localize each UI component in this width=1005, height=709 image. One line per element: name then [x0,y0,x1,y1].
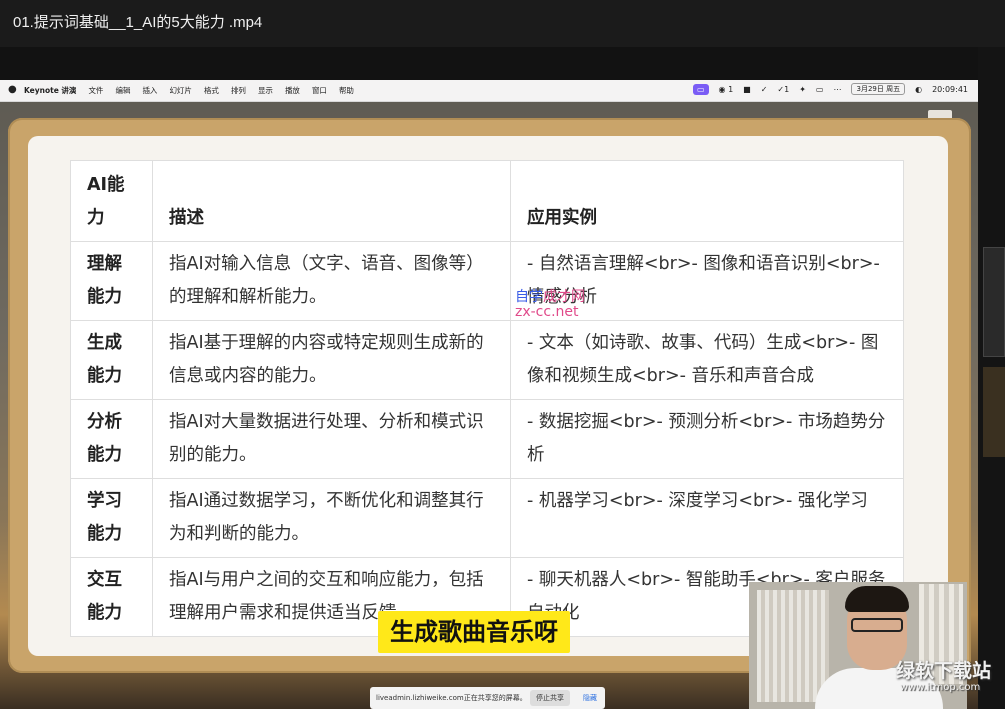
header-capability: AI能力 [70,160,153,242]
menu-item: 播放 [284,86,300,95]
video-subtitle: 生成歌曲音乐呀 [378,611,570,653]
check-count: 1 [784,84,790,94]
wechat-icon: ◉ 1 [718,84,734,94]
menu-item: Keynote 讲演 [24,86,77,95]
video-player-titlebar: 01.提示词基础__1_AI的5大能力 .mp4 [0,0,1005,47]
menu-item: 文件 [88,86,104,95]
download-site-url: www.itmop.com [900,682,981,693]
wechat-count: 1 [728,84,734,94]
menu-item: 帮助 [338,86,354,95]
mac-menubar: ● Keynote 讲演 文件 编辑 插入 幻灯片 格式 排列 显示 播放 窗口… [0,80,978,102]
download-site-logo: 绿软下载站 [896,660,992,682]
playlist-thumbnail[interactable] [983,367,1005,457]
more-icon: ⋯ [833,84,842,94]
watermark-text: 自学 [515,289,543,305]
control-center-icon: ◐ [915,84,923,94]
menu-item: 窗口 [311,86,327,95]
menu-item: 显示 [257,86,273,95]
capability-cell: 交互能力 [70,557,153,637]
site-watermark-overlay: 自学成才网 zx-cc.net [515,290,585,320]
menu-item: 编辑 [115,86,131,95]
watermark-text: 成才网 [543,289,585,305]
watermark-url: zx-cc.net [515,304,579,320]
playlist-sidebar [978,47,1005,709]
header-description: 描述 [152,160,511,242]
glasses-icon [851,618,903,632]
table-row: 生成能力 指AI基于理解的内容或特定规则生成新的信息或内容的能力。 - 文本（如… [70,320,904,400]
description-cell: 指AI对大量数据进行处理、分析和模式识别的能力。 [152,399,511,479]
menubar-tray: ▭ ◉ 1 ■ ✓ ✓1 ✦ ▭ ⋯ 3月29日 周五 ◐ 20:09:41 [692,83,968,95]
checkmark-icon: ✓ [760,84,768,94]
playlist-thumbnail[interactable] [983,247,1005,357]
battery-icon: ▭ [815,84,824,94]
slide-card: AI能力 描述 应用实例 理解能力 指AI对输入信息（文字、语音、图像等）的理解… [28,136,948,656]
menu-item: 插入 [142,86,158,95]
capability-cell: 生成能力 [70,320,153,400]
description-cell: 指AI基于理解的内容或特定规则生成新的信息或内容的能力。 [152,320,511,400]
menu-item: 排列 [230,86,246,95]
header-examples: 应用实例 [510,160,904,242]
screen-share-icon: ▭ [692,83,709,95]
check-circle-icon: ✓1 [777,84,790,94]
examples-cell: - 文本（如诗歌、故事、代码）生成<br>- 图像和视频生成<br>- 音乐和声… [510,320,904,400]
table-header-row: AI能力 描述 应用实例 [70,160,904,242]
menu-item: 幻灯片 [169,86,192,95]
menu-item: 格式 [203,86,219,95]
menubar-menus: Keynote 讲演 文件 编辑 插入 幻灯片 格式 排列 显示 播放 窗口 帮… [24,85,354,96]
description-cell: 指AI通过数据学习，不断优化和调整其行为和判断的能力。 [152,478,511,558]
video-title: 01.提示词基础__1_AI的5大能力 .mp4 [13,14,263,31]
stop-share-button[interactable]: 停止共享 [530,690,570,706]
examples-cell: - 数据挖掘<br>- 预测分析<br>- 市场趋势分析 [510,399,904,479]
date-readout: 3月29日 周五 [851,83,906,95]
clock-readout: 20:09:41 [932,84,968,94]
capability-cell: 学习能力 [70,478,153,558]
bag-icon: ■ [743,84,751,94]
description-cell: 指AI对输入信息（文字、语音、图像等）的理解和解析能力。 [152,241,511,321]
table-row: 学习能力 指AI通过数据学习，不断优化和调整其行为和判断的能力。 - 机器学习<… [70,478,904,558]
ai-capabilities-table: AI能力 描述 应用实例 理解能力 指AI对输入信息（文字、语音、图像等）的理解… [70,160,904,637]
table-row: 分析能力 指AI对大量数据进行处理、分析和模式识别的能力。 - 数据挖掘<br>… [70,399,904,479]
table-row: 理解能力 指AI对输入信息（文字、语音、图像等）的理解和解析能力。 - 自然语言… [70,241,904,321]
examples-cell: - 机器学习<br>- 深度学习<br>- 强化学习 [510,478,904,558]
capability-cell: 理解能力 [70,241,153,321]
screen-share-bar: liveadmin.lizhiweike.com正在共享您的屏幕。 停止共享 隐… [370,687,605,709]
capability-cell: 分析能力 [70,399,153,479]
background-door [757,590,829,702]
apple-icon: ● [8,84,17,95]
pin-icon: ✦ [799,84,806,94]
presenter-hair [845,586,909,612]
share-message: liveadmin.lizhiweike.com正在共享您的屏幕。 [376,694,527,702]
hide-share-button[interactable]: 隐藏 [583,693,597,703]
